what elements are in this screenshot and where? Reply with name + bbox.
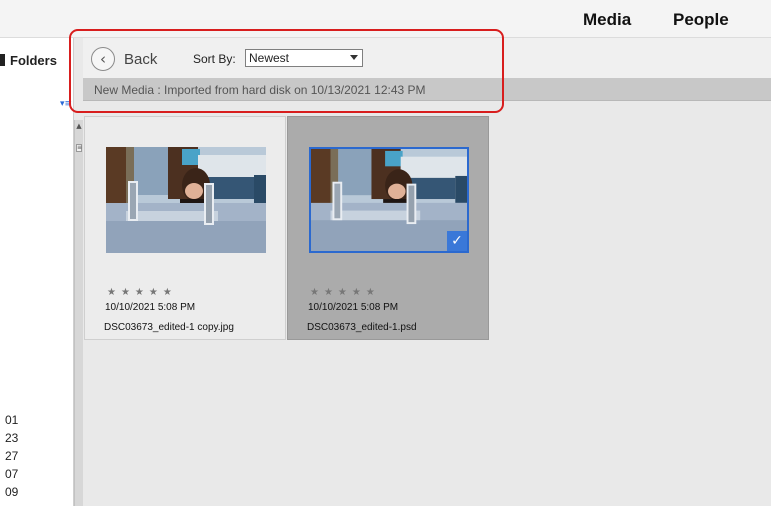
filter-icon[interactable]: ▾≡ <box>60 100 72 109</box>
media-filename: DSC03673_edited-1 copy.jpg <box>104 322 234 333</box>
folders-tab[interactable]: Folders <box>0 50 57 70</box>
scroll-thumb[interactable]: ≡ <box>76 144 82 152</box>
photo-thumbnail[interactable]: ✓ <box>309 147 469 253</box>
photo-image <box>311 149 467 251</box>
chevron-left-icon: ‹ <box>91 47 115 71</box>
info-bar: New Media : Imported from hard disk on 1… <box>83 78 771 101</box>
scrollbar[interactable]: ▲ ≡ <box>74 120 83 506</box>
sort-label: Sort By: <box>193 52 236 66</box>
chevron-down-icon <box>350 55 358 60</box>
nav-media[interactable]: Media <box>583 10 631 30</box>
photo-thumbnail[interactable] <box>106 147 266 253</box>
scroll-up-icon[interactable]: ▲ <box>76 122 82 130</box>
media-date: 10/10/2021 5:08 PM <box>105 302 196 313</box>
media-tile[interactable]: ★★★★★ 10/10/2021 5:08 PM DSC03673_edited… <box>84 116 286 340</box>
photo-image <box>106 147 266 253</box>
folder-icon <box>0 54 5 66</box>
list-item[interactable]: 27 <box>5 447 18 465</box>
sort-value: Newest <box>249 51 290 65</box>
top-header: Media People <box>0 0 771 38</box>
year-list: 01 23 27 07 09 <box>5 411 18 501</box>
media-date: 10/10/2021 5:08 PM <box>308 302 399 313</box>
nav-people[interactable]: People <box>673 10 729 30</box>
toolbar: ‹ Back Sort By: Newest <box>83 38 771 78</box>
info-text: New Media : Imported from hard disk on 1… <box>94 83 426 97</box>
sort-select[interactable]: Newest <box>245 49 363 67</box>
list-item[interactable]: 01 <box>5 411 18 429</box>
app-window: Media People Folders ▾≡ 01 23 27 07 09 ▲… <box>0 0 771 506</box>
rating-stars[interactable]: ★★★★★ <box>310 287 380 298</box>
list-item[interactable]: 07 <box>5 465 18 483</box>
back-label: Back <box>124 50 158 68</box>
folders-label: Folders <box>10 52 57 68</box>
media-filename: DSC03673_edited-1.psd <box>307 322 417 333</box>
list-item[interactable]: 09 <box>5 483 18 501</box>
media-tile-selected[interactable]: ✓ ★★★★★ 10/10/2021 5:08 PM DSC03673_edit… <box>287 116 489 340</box>
back-button[interactable]: ‹ Back <box>91 47 157 71</box>
left-panel: Folders ▾≡ 01 23 27 07 09 <box>0 38 74 506</box>
media-grid: ★★★★★ 10/10/2021 5:08 PM DSC03673_edited… <box>83 101 771 506</box>
rating-stars[interactable]: ★★★★★ <box>107 287 177 298</box>
list-item[interactable]: 23 <box>5 429 18 447</box>
checkmark-icon[interactable]: ✓ <box>447 231 467 251</box>
